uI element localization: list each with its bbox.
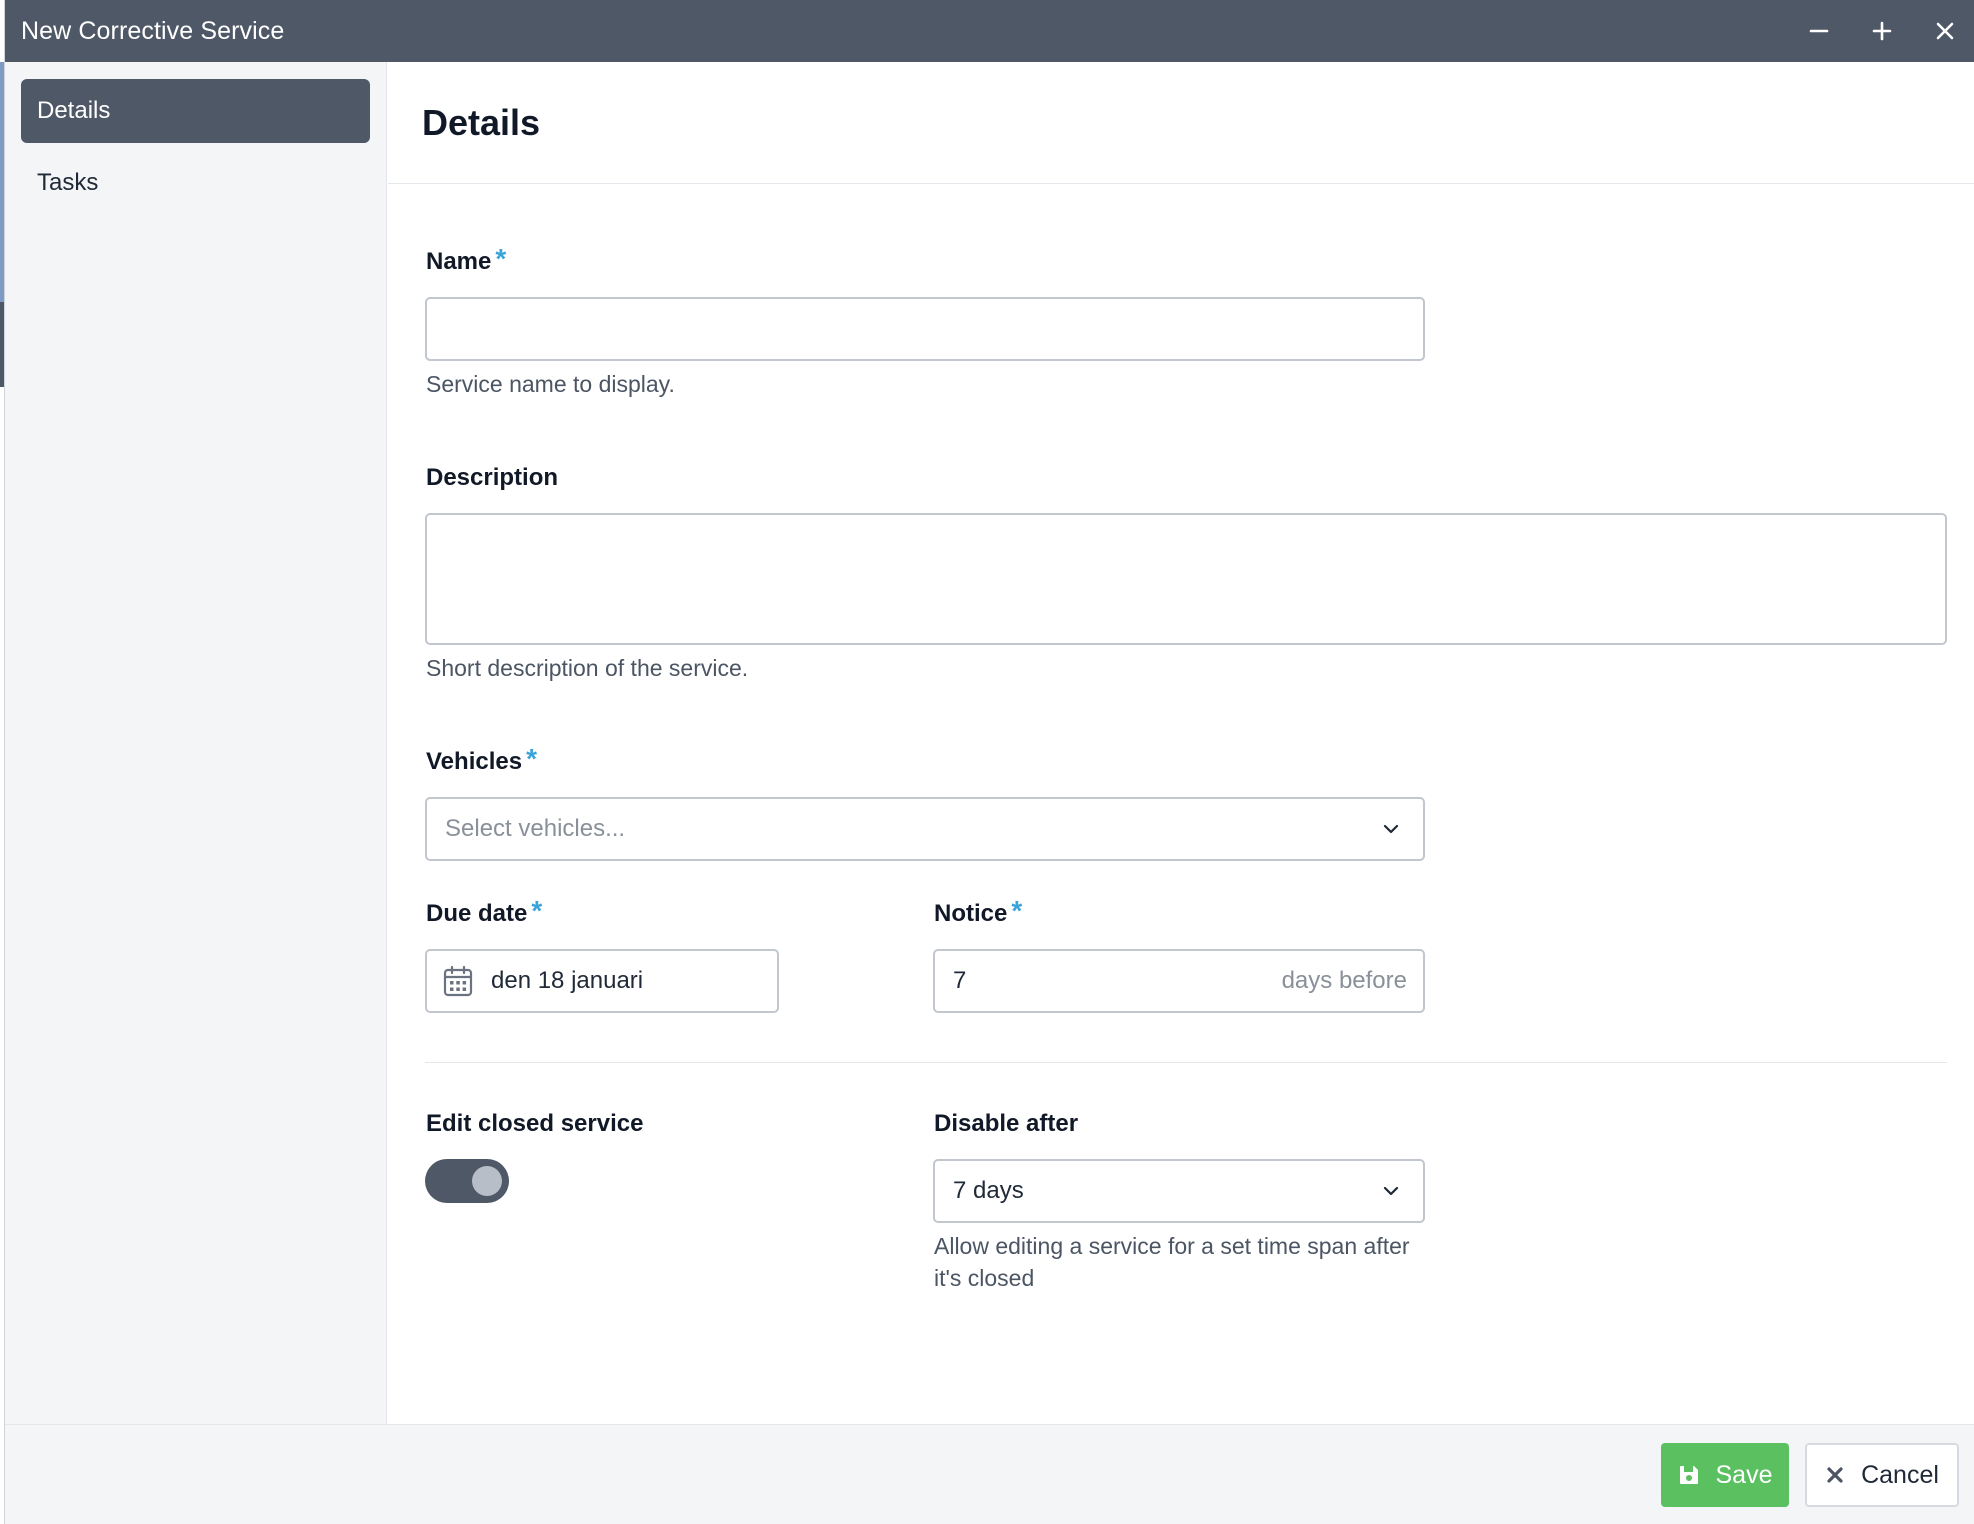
name-input[interactable] (425, 297, 1425, 361)
notice-label: Notice * (934, 897, 1022, 928)
description-help-text: Short description of the service. (426, 655, 749, 681)
footer-bar: Save Cancel (5, 1424, 1974, 1524)
description-label-text: Description (426, 464, 559, 491)
edit-closed-toggle[interactable] (425, 1159, 509, 1203)
minimize-icon (1809, 29, 1829, 33)
notice-value: 7 (953, 967, 967, 994)
cancel-button[interactable]: Cancel (1805, 1443, 1959, 1507)
edit-closed-label: Edit closed service (426, 1110, 643, 1138)
due-date-input[interactable]: den 18 januari (425, 949, 779, 1013)
toggle-knob (472, 1166, 502, 1196)
main-content: Details Name * Service name to display. D… (388, 62, 1974, 1424)
required-marker: * (531, 895, 543, 926)
content-header: Details (388, 62, 1974, 184)
page-title: Details (422, 101, 541, 143)
plus-icon (1872, 21, 1892, 41)
title-bar: New Corrective Service (5, 0, 1974, 62)
due-date-label-text: Due date (426, 900, 528, 927)
required-marker: * (1011, 895, 1023, 926)
name-label: Name * (426, 245, 506, 276)
vehicles-label-text: Vehicles (426, 748, 523, 775)
sidebar-item-label: Details (37, 97, 111, 124)
sidebar-item-label: Tasks (37, 169, 99, 196)
sidebar-item-tasks[interactable]: Tasks (21, 151, 370, 215)
description-textarea[interactable] (425, 513, 1947, 645)
vehicles-label: Vehicles * (426, 745, 537, 776)
window-title: New Corrective Service (21, 16, 285, 45)
vehicles-placeholder: Select vehicles... (445, 815, 626, 842)
vehicles-select[interactable]: Select vehicles... (425, 797, 1425, 861)
notice-input[interactable]: 7 days before (933, 949, 1425, 1013)
close-button[interactable] (1914, 0, 1974, 62)
section-divider (425, 1062, 1947, 1063)
disable-after-select[interactable]: 7 days (933, 1159, 1425, 1223)
due-date-label: Due date * (426, 897, 542, 928)
cancel-icon (1825, 1465, 1845, 1485)
minimize-button[interactable] (1788, 0, 1850, 62)
save-button[interactable]: Save (1661, 1443, 1789, 1507)
disable-after-help-text: Allow editing a service for a set time s… (934, 1233, 1410, 1291)
sidebar: Details Tasks (5, 62, 387, 1424)
modal-window: New Corrective Service Details Tasks Det… (4, 0, 1974, 1524)
sidebar-item-details[interactable]: Details (21, 79, 370, 143)
edit-closed-label-text: Edit closed service (426, 1110, 644, 1137)
notice-suffix: days before (1281, 967, 1407, 994)
calendar-icon (443, 965, 473, 997)
disable-after-label-text: Disable after (934, 1110, 1079, 1137)
save-button-label: Save (1715, 1460, 1773, 1489)
due-date-value: den 18 januari (491, 967, 644, 994)
name-help-text: Service name to display. (426, 371, 675, 397)
save-icon (1678, 1464, 1700, 1486)
close-icon (1936, 22, 1954, 40)
required-marker: * (495, 243, 507, 274)
chevron-down-icon (1383, 824, 1399, 834)
maximize-button[interactable] (1851, 0, 1913, 62)
cancel-button-label: Cancel (1861, 1460, 1939, 1489)
chevron-down-icon (1383, 1186, 1399, 1196)
description-label: Description (426, 464, 558, 492)
disable-after-value: 7 days (953, 1177, 1024, 1204)
disable-after-label: Disable after (934, 1110, 1078, 1138)
required-marker: * (526, 743, 537, 774)
name-label-text: Name (426, 248, 492, 275)
notice-label-text: Notice (934, 900, 1008, 927)
